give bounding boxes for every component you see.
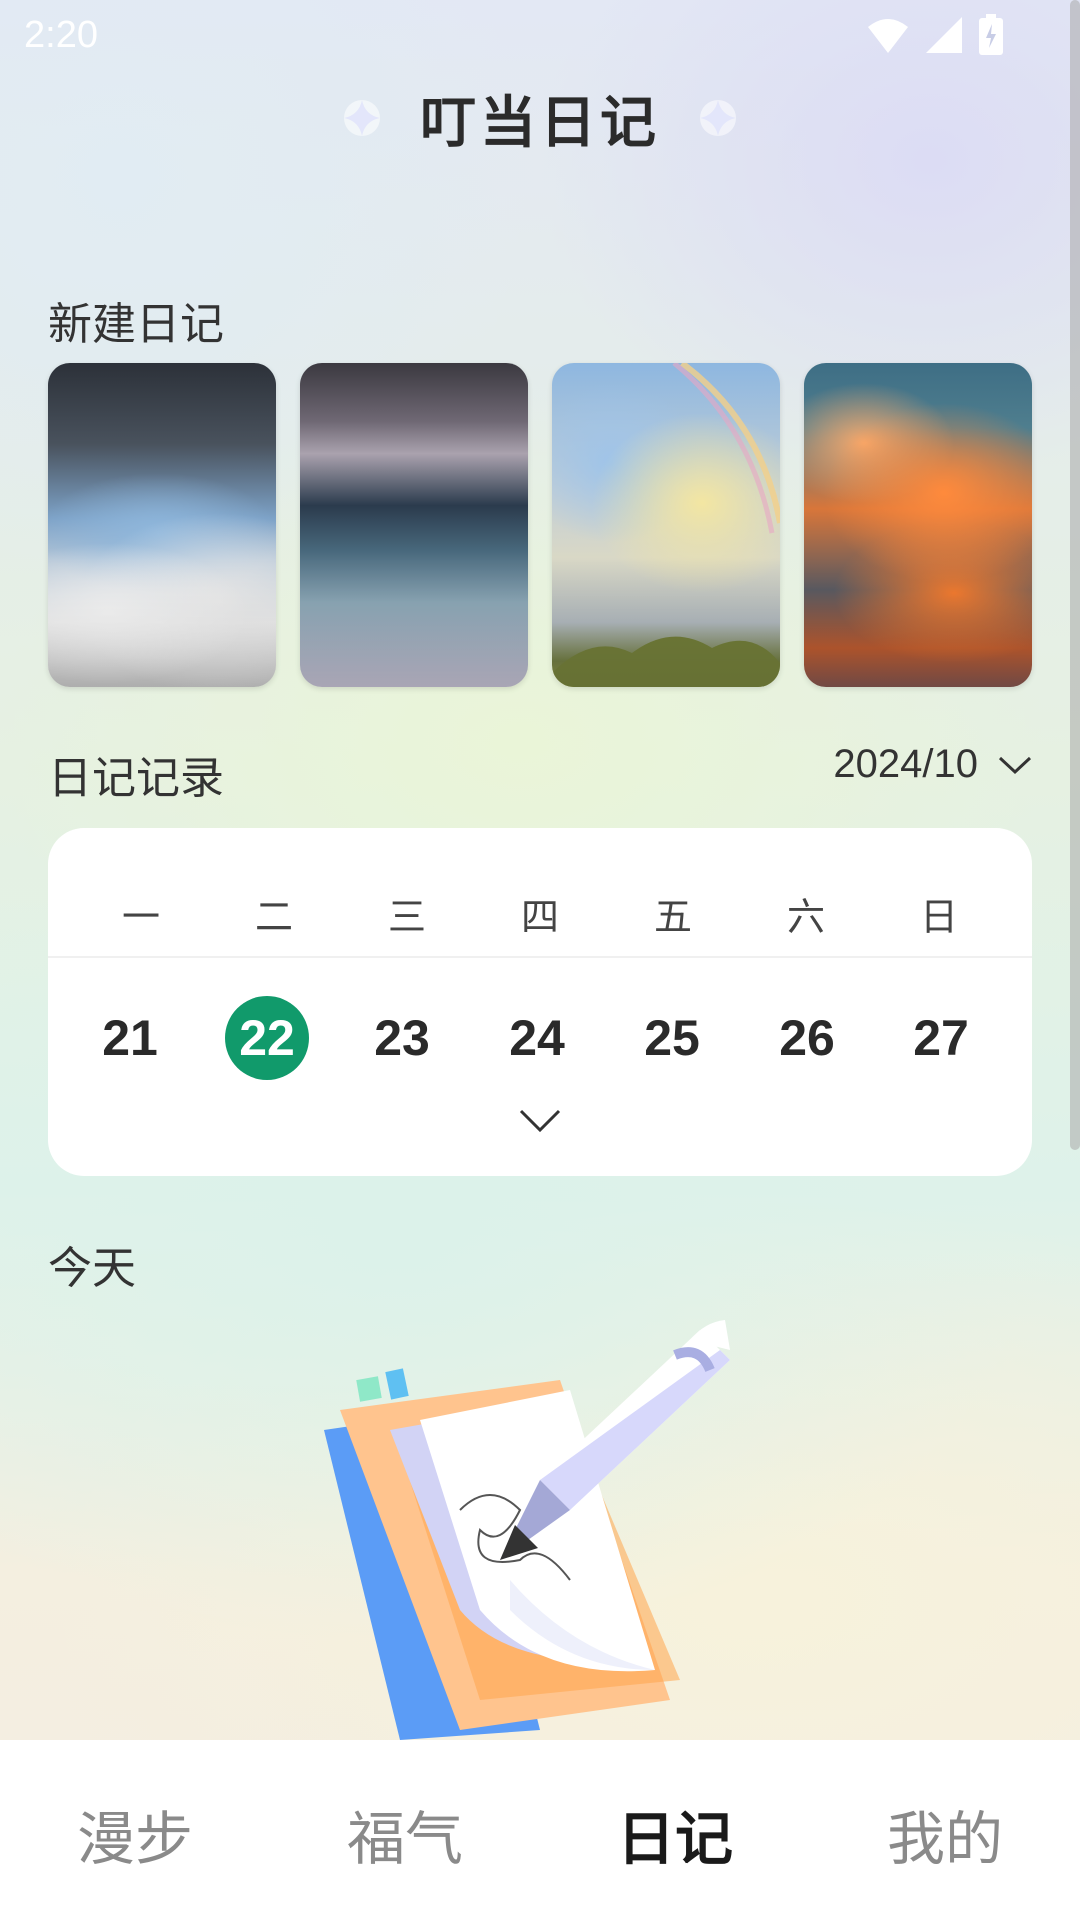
week-calendar: 一 二 三 四 五 六 日 21 22 23 24 25 26 27 [48,828,1032,1176]
calendar-day[interactable]: 25 [622,996,722,1080]
empty-diary-illustration [324,1320,730,1740]
template-card-sunset-clouds[interactable] [804,363,1032,687]
status-bar: 2:20 [0,0,1080,72]
scrollbar[interactable] [1070,0,1080,1150]
weekday-label: 三 [387,895,426,939]
day-number: 21 [102,1010,158,1066]
weekday-label: 四 [520,895,559,939]
sparkle-icon [700,100,736,136]
rainbow-image [552,363,780,687]
month-selector[interactable]: 2024/10 [833,742,1032,787]
status-icons [866,14,1004,56]
calendar-day[interactable]: 26 [757,996,857,1080]
calendar-day[interactable]: 23 [352,996,452,1080]
nav-tab-stroll[interactable]: 漫步 [35,1792,235,1876]
weekday-label: 日 [919,895,958,939]
calendar-day-selected[interactable]: 22 [217,996,317,1080]
template-card-rain-water[interactable] [300,363,528,687]
nav-tab-mine[interactable]: 我的 [845,1792,1045,1876]
today-title: 今天 [48,1243,136,1294]
nav-tab-blessing[interactable]: 福气 [305,1792,505,1876]
page-title: 叮当日记 [420,90,660,156]
calendar-day[interactable]: 27 [891,996,991,1080]
battery-icon [979,14,1003,55]
day-number: 25 [644,1010,700,1066]
calendar-day[interactable]: 24 [487,996,587,1080]
app-header: 叮当日记 [0,78,1080,158]
sparkle-icon [344,100,380,136]
day-number: 26 [779,1010,835,1066]
nav-tab-diary[interactable]: 日记 [575,1792,775,1876]
day-number: 24 [509,1010,565,1066]
new-diary-title: 新建日记 [48,299,224,350]
weekday-label: 六 [786,895,825,939]
template-cards [48,363,1032,687]
calendar-day[interactable]: 21 [80,996,180,1080]
bottom-navigation: 漫步 福气 日记 我的 [0,1740,1080,1920]
signal-icon [926,17,962,53]
weekday-label: 一 [121,895,160,939]
day-number: 22 [239,1010,295,1066]
day-number: 23 [374,1010,430,1066]
template-card-stormy-clouds[interactable] [48,363,276,687]
month-label: 2024/10 [833,742,978,786]
template-card-rainbow-sky[interactable] [552,363,780,687]
weekday-label: 五 [653,895,692,939]
wifi-icon [868,19,908,53]
chevron-down-icon [998,756,1032,774]
status-time: 2:20 [24,14,98,56]
expand-calendar-chevron-icon[interactable] [518,1108,562,1134]
diary-records-title: 日记记录 [48,753,224,804]
weekday-header: 一 二 三 四 五 六 日 [48,828,1032,958]
weekday-label: 二 [254,895,293,939]
day-number: 27 [913,1010,969,1066]
